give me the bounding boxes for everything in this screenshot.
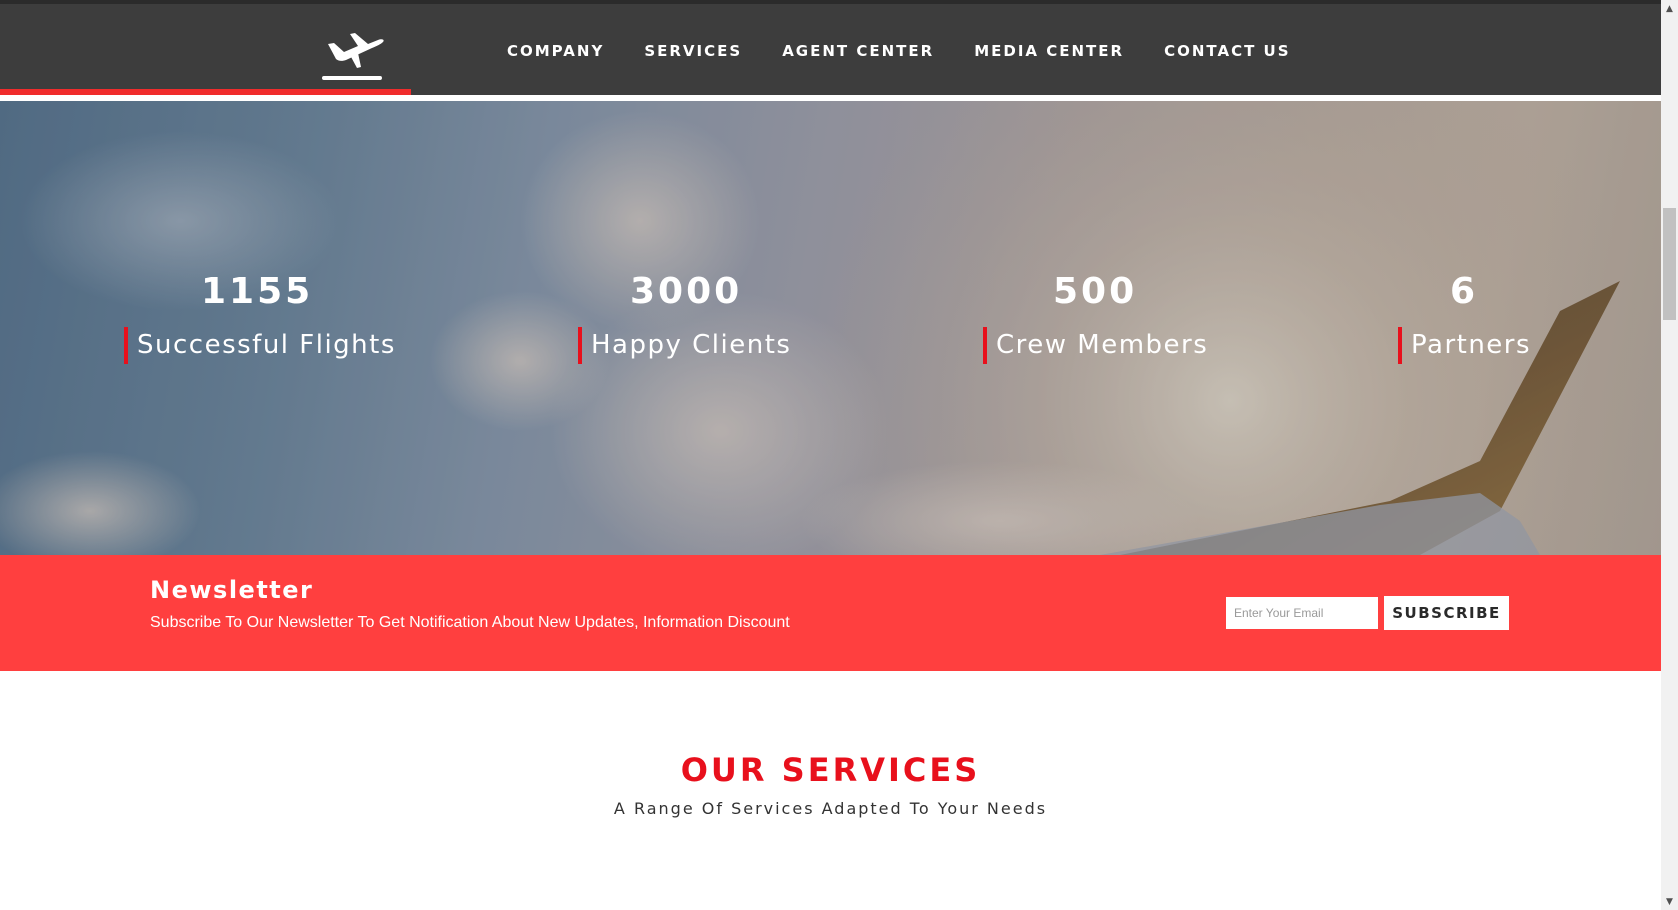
stat-value: 3000 bbox=[630, 271, 743, 312]
nav-contact-us[interactable]: CONTACT US bbox=[1164, 42, 1290, 60]
scroll-down-arrow-icon[interactable]: ▼ bbox=[1661, 893, 1678, 910]
stat-value: 500 bbox=[1053, 271, 1138, 312]
nav-company[interactable]: COMPANY bbox=[507, 42, 604, 60]
site-logo[interactable] bbox=[320, 24, 386, 84]
services-title: OUR SERVICES bbox=[680, 751, 981, 789]
main-nav: COMPANY SERVICES AGENT CENTER MEDIA CENT… bbox=[507, 42, 1291, 60]
email-field[interactable] bbox=[1226, 597, 1378, 629]
services-subtitle: A Range Of Services Adapted To Your Need… bbox=[613, 799, 1048, 818]
scroll-up-arrow-icon[interactable]: ▲ bbox=[1661, 0, 1678, 17]
nav-services[interactable]: SERVICES bbox=[644, 42, 742, 60]
stats-hero: 1155 Successful Flights 3000 Happy Clien… bbox=[0, 101, 1661, 555]
nav-agent-center[interactable]: AGENT CENTER bbox=[782, 42, 934, 60]
stat-value: 1155 bbox=[201, 271, 314, 312]
page: COMPANY SERVICES AGENT CENTER MEDIA CENT… bbox=[0, 0, 1678, 910]
scroll-thumb[interactable] bbox=[1663, 208, 1676, 320]
airplane-takeoff-icon bbox=[320, 24, 386, 84]
stat-label: Successful Flights bbox=[124, 327, 396, 364]
stat-value: 6 bbox=[1450, 271, 1479, 312]
stat-label: Partners bbox=[1398, 327, 1531, 364]
site-header: COMPANY SERVICES AGENT CENTER MEDIA CENT… bbox=[0, 4, 1661, 95]
nav-media-center[interactable]: MEDIA CENTER bbox=[974, 42, 1124, 60]
newsletter-description: Subscribe To Our Newsletter To Get Notif… bbox=[150, 614, 790, 631]
newsletter-section: Newsletter Subscribe To Our Newsletter T… bbox=[0, 555, 1661, 671]
browser-viewport: COMPANY SERVICES AGENT CENTER MEDIA CENT… bbox=[0, 0, 1661, 910]
vertical-scrollbar[interactable]: ▲ ▼ bbox=[1661, 0, 1678, 910]
newsletter-title: Newsletter bbox=[150, 576, 314, 604]
subscribe-button[interactable]: SUBSCRIBE bbox=[1384, 596, 1509, 630]
stat-label: Crew Members bbox=[983, 327, 1208, 364]
stat-label: Happy Clients bbox=[578, 327, 791, 364]
